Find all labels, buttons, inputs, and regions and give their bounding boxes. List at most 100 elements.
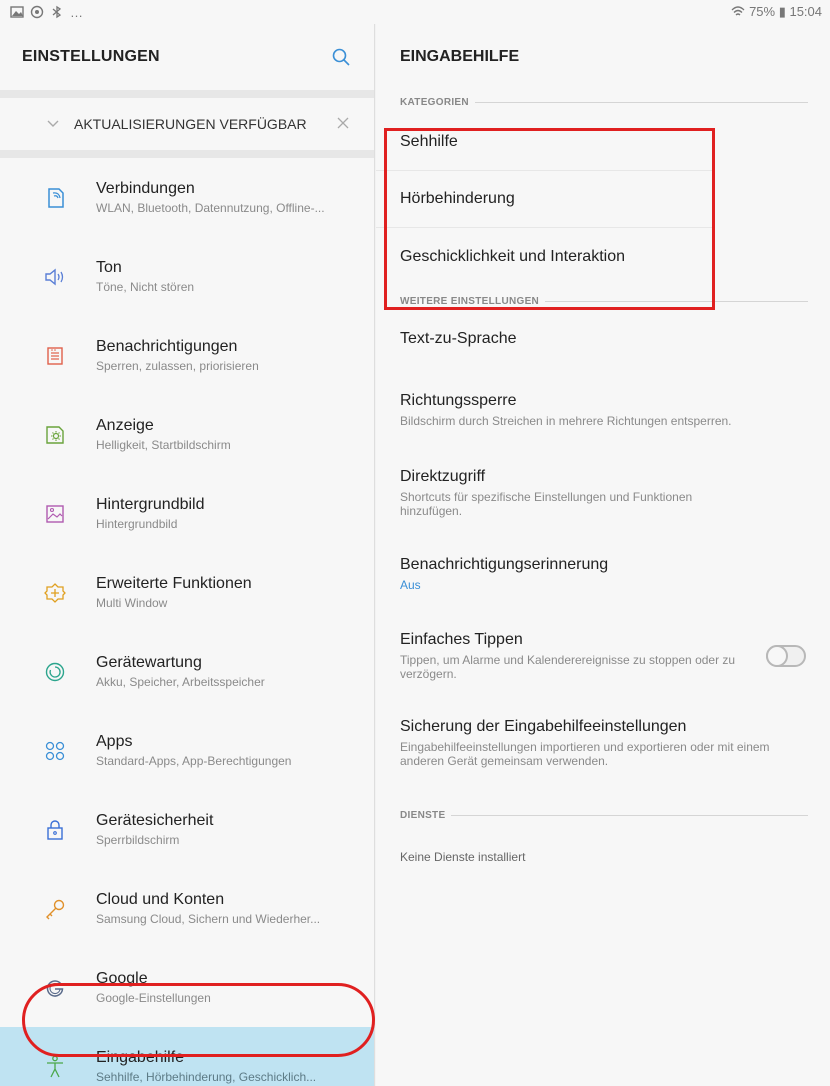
section-label: DIENSTE: [400, 809, 446, 821]
connections-icon: [44, 187, 66, 209]
easy-tap-toggle[interactable]: [766, 645, 806, 667]
section-label: WEITERE EINSTELLUNGEN: [400, 295, 540, 307]
updates-available-banner[interactable]: AKTUALISIERUNGEN VERFÜGBAR: [0, 98, 374, 150]
gallery-icon: [10, 6, 24, 18]
category-vision[interactable]: Sehhilfe: [376, 114, 712, 171]
item-title: Einfaches Tippen: [400, 631, 523, 648]
easy-tap-item[interactable]: Einfaches Tippen Tippen, um Alarme und K…: [376, 613, 830, 699]
sync-icon: [30, 5, 44, 19]
sidebar-item-label: Google: [96, 970, 148, 987]
chevron-down-icon[interactable]: [46, 119, 60, 129]
google-icon: [44, 977, 66, 999]
sidebar-item-label: Gerätewartung: [96, 654, 202, 671]
sidebar-item-texts: Anzeige Helligkeit, Startbildschirm: [96, 417, 356, 452]
item-subtitle: Eingabehilfeeinstellungen importieren un…: [400, 740, 770, 768]
item-subtitle: Bildschirm durch Streichen in mehrere Ri…: [400, 414, 732, 428]
backup-accessibility-item[interactable]: Sicherung der Eingabehilfeeinstellungen …: [376, 699, 830, 787]
sidebar-item-subtitle: Töne, Nicht stören: [96, 280, 195, 294]
item-title: Sicherung der Eingabehilfeeinstellungen: [400, 718, 687, 735]
sidebar-item-subtitle: Helligkeit, Startbildschirm: [96, 438, 231, 452]
settings-menu-list: Verbindungen WLAN, Bluetooth, Datennutzu…: [0, 158, 374, 1086]
category-hearing[interactable]: Hörbehinderung: [376, 171, 712, 228]
sidebar-item-label: Anzeige: [96, 417, 154, 434]
settings-header: EINSTELLUNGEN: [0, 24, 374, 90]
notifications-icon: [44, 345, 66, 367]
sidebar-item-texts: Google Google-Einstellungen: [96, 970, 356, 1005]
item-title: Direktzugriff: [400, 468, 486, 485]
bluetooth-icon: [52, 5, 62, 19]
item-title: Benachrichtigungserinnerung: [400, 556, 609, 573]
sidebar-item-device-maintenance[interactable]: Gerätewartung Akku, Speicher, Arbeitsspe…: [0, 632, 374, 711]
sidebar-item-texts: Eingabehilfe Sehhilfe, Hörbehinderung, G…: [96, 1049, 356, 1084]
item-title: Text-zu-Sprache: [400, 330, 517, 347]
direct-access-item[interactable]: Direktzugriff Shortcuts für spezifische …: [376, 451, 830, 535]
sidebar-item-subtitle: WLAN, Bluetooth, Datennutzung, Offline-.…: [96, 201, 325, 215]
item-subtitle: Tippen, um Alarme und Kalenderereignisse…: [400, 653, 736, 681]
status-right: 75% ▮ 15:04: [731, 4, 822, 20]
accessibility-icon: [44, 1055, 66, 1078]
accessibility-pane: EINGABEHILFE KATEGORIEN Sehhilfe Hörbehi…: [376, 24, 830, 1086]
key-icon: [44, 898, 66, 920]
advanced-features-icon: [44, 582, 66, 604]
sound-icon: [44, 266, 66, 288]
sidebar-item-texts: Verbindungen WLAN, Bluetooth, Datennutzu…: [96, 180, 356, 215]
device-maintenance-icon: [44, 661, 66, 683]
lock-icon: [44, 819, 66, 841]
sidebar-item-label: Apps: [96, 733, 133, 750]
sidebar-item-apps[interactable]: Apps Standard-Apps, App-Berechtigungen: [0, 711, 374, 790]
sidebar-item-notifications[interactable]: Benachrichtigungen Sperren, zulassen, pr…: [0, 316, 374, 395]
apps-icon: [44, 740, 66, 762]
sidebar-item-label: Hintergrundbild: [96, 496, 205, 513]
section-header-services: DIENSTE: [376, 803, 830, 827]
sidebar-item-subtitle: Standard-Apps, App-Berechtigungen: [96, 754, 292, 768]
sidebar-item-label: Gerätesicherheit: [96, 812, 214, 829]
item-title: Richtungssperre: [400, 392, 517, 409]
status-bar: … 75% ▮ 15:04: [0, 0, 830, 24]
text-to-speech-item[interactable]: Text-zu-Sprache: [376, 313, 830, 369]
wallpaper-icon: [44, 503, 66, 525]
sidebar-item-texts: Apps Standard-Apps, App-Berechtigungen: [96, 733, 356, 768]
sidebar-item-google[interactable]: Google Google-Einstellungen: [0, 948, 374, 1027]
sidebar-item-texts: Hintergrundbild Hintergrundbild: [96, 496, 356, 531]
accessibility-title: EINGABEHILFE: [400, 48, 520, 65]
section-header-more-settings: WEITERE EINSTELLUNGEN: [376, 289, 830, 313]
settings-menu-pane: EINSTELLUNGEN AKTUALISIERUNGEN VERFÜGBAR…: [0, 24, 375, 1086]
sidebar-item-texts: Gerätewartung Akku, Speicher, Arbeitsspe…: [96, 654, 356, 689]
status-left-icons: …: [10, 5, 83, 20]
sidebar-item-subtitle: Sperrbildschirm: [96, 833, 180, 847]
notification-reminder-item[interactable]: Benachrichtigungserinnerung Aus: [376, 535, 830, 613]
sidebar-item-label: Eingabehilfe: [96, 1049, 185, 1066]
sidebar-item-texts: Ton Töne, Nicht stören: [96, 259, 356, 294]
sidebar-item-subtitle: Hintergrundbild: [96, 517, 178, 531]
battery-time-text: 75% ▮ 15:04: [749, 4, 822, 19]
sidebar-item-subtitle: Multi Window: [96, 596, 168, 610]
sidebar-item-display[interactable]: Anzeige Helligkeit, Startbildschirm: [0, 395, 374, 474]
sidebar-item-subtitle: Akku, Speicher, Arbeitsspeicher: [96, 675, 265, 689]
item-subtitle: Shortcuts für spezifische Einstellungen …: [400, 490, 693, 518]
sidebar-item-key[interactable]: Cloud und Konten Samsung Cloud, Sichern …: [0, 869, 374, 948]
sidebar-item-label: Cloud und Konten: [96, 891, 225, 908]
category-dexterity[interactable]: Geschicklichkeit und Interaktion: [376, 228, 712, 285]
sidebar-item-subtitle: Samsung Cloud, Sichern und Wiederher...: [96, 912, 321, 926]
close-icon[interactable]: [336, 114, 350, 135]
section-label: KATEGORIEN: [400, 96, 469, 108]
sidebar-item-advanced-features[interactable]: Erweiterte Funktionen Multi Window: [0, 553, 374, 632]
settings-title: EINSTELLUNGEN: [22, 48, 160, 65]
sidebar-item-accessibility[interactable]: Eingabehilfe Sehhilfe, Hörbehinderung, G…: [0, 1027, 374, 1086]
updates-label: AKTUALISIERUNGEN VERFÜGBAR: [74, 116, 307, 132]
sidebar-item-label: Benachrichtigungen: [96, 338, 238, 355]
services-empty: Keine Dienste installiert: [376, 827, 830, 887]
services-empty-text: Keine Dienste installiert: [400, 850, 526, 864]
sidebar-item-texts: Cloud und Konten Samsung Cloud, Sichern …: [96, 891, 356, 926]
direction-lock-item[interactable]: Richtungssperre Bildschirm durch Streich…: [376, 369, 830, 451]
sidebar-item-lock[interactable]: Gerätesicherheit Sperrbildschirm: [0, 790, 374, 869]
item-status: Aus: [400, 578, 421, 592]
sidebar-item-sound[interactable]: Ton Töne, Nicht stören: [0, 237, 374, 316]
sidebar-item-texts: Benachrichtigungen Sperren, zulassen, pr…: [96, 338, 356, 373]
sidebar-item-wallpaper[interactable]: Hintergrundbild Hintergrundbild: [0, 474, 374, 553]
sidebar-item-subtitle: Sperren, zulassen, priorisieren: [96, 359, 259, 373]
search-icon[interactable]: [330, 46, 352, 68]
wifi-icon: [731, 6, 745, 16]
divider: [0, 150, 374, 158]
sidebar-item-connections[interactable]: Verbindungen WLAN, Bluetooth, Datennutzu…: [0, 158, 374, 237]
